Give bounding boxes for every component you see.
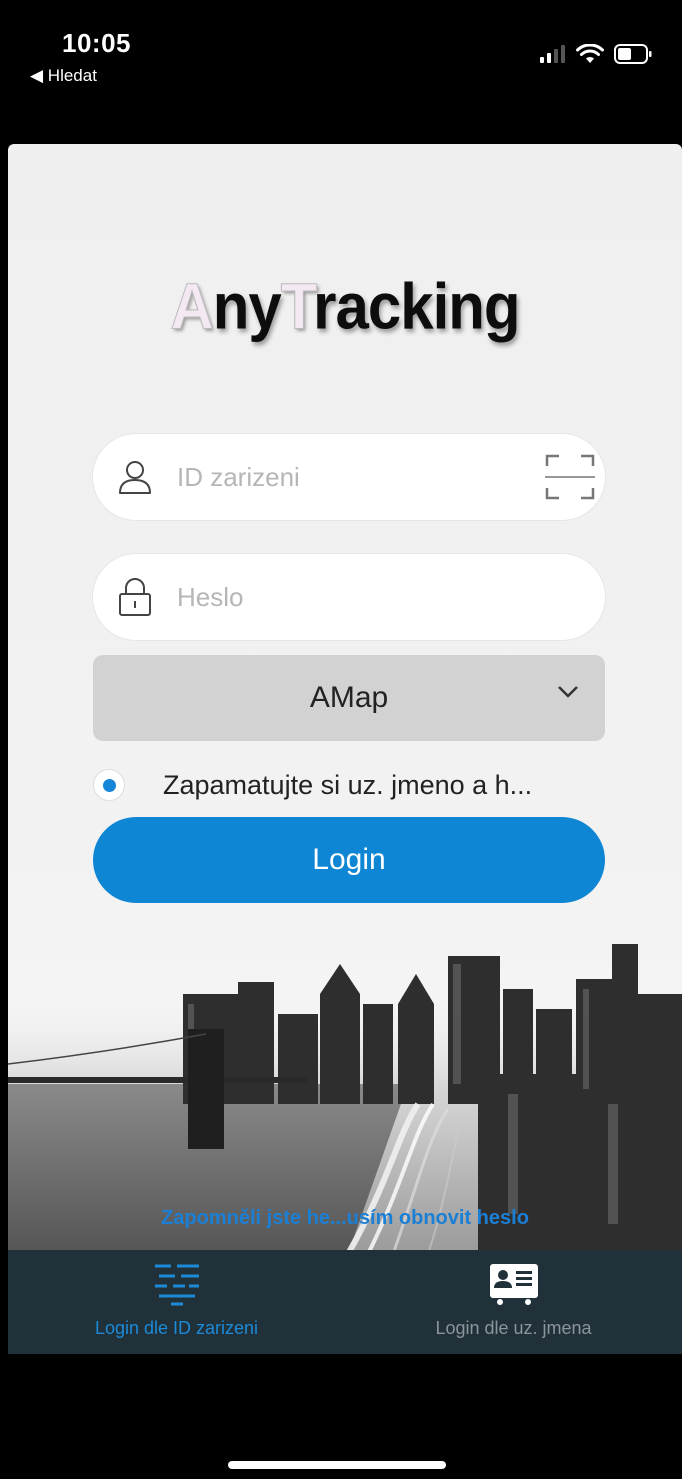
tab-login-by-device-id[interactable]: Login dle ID zarizeni (8, 1250, 345, 1354)
user-card-icon (489, 1264, 538, 1305)
status-time: 10:05 (62, 28, 131, 58)
login-screen: AnyTracking ID zarizeni Heslo AMap Zapam… (8, 144, 682, 1354)
logo-t: T (280, 270, 314, 343)
device-id-field[interactable]: ID zarizeni (93, 434, 605, 520)
remember-credentials[interactable]: Zapamatujte si uz. jmeno a h... (93, 765, 613, 805)
login-mode-tab-bar: Login dle ID zarizeni Login dle uz. jmen… (8, 1250, 682, 1354)
lock-icon (93, 577, 177, 617)
logo-a: A (170, 270, 214, 343)
map-provider-select[interactable]: AMap (93, 655, 605, 741)
tab-label-device-id: Login dle ID zarizeni (94, 1318, 259, 1338)
logo-ny: ny (212, 270, 282, 343)
status-icons (540, 44, 652, 64)
status-bar: 10:05 ◀ Hledat (0, 0, 682, 144)
scan-icon[interactable] (535, 454, 605, 500)
password-field[interactable]: Heslo (93, 554, 605, 640)
forgot-password-link[interactable]: Zapomněli jste he...usím obnovit heslo (8, 1207, 682, 1230)
remember-label: Zapamatujte si uz. jmeno a h... (163, 769, 533, 800)
radio-selected-dot (102, 778, 116, 792)
app-logo: AnyTracking (8, 269, 682, 344)
remember-radio[interactable] (93, 769, 125, 801)
battery-icon (614, 44, 652, 64)
login-button[interactable]: Login (93, 817, 605, 903)
logo-racking: racking (313, 270, 520, 343)
tab-label-username: Login dle uz. jmena (435, 1318, 592, 1338)
device-id-icon (154, 1264, 199, 1306)
password-input[interactable]: Heslo (177, 582, 605, 613)
device-id-input[interactable]: ID zarizeni (177, 462, 535, 493)
city-skyline-image (8, 944, 682, 1254)
wifi-icon (576, 44, 604, 63)
home-indicator[interactable] (228, 1461, 446, 1469)
back-to-search-link[interactable]: ◀ Hledat (30, 66, 97, 86)
map-provider-value: AMap (309, 681, 389, 714)
user-icon (93, 458, 177, 496)
signal-icon (540, 45, 565, 63)
tab-login-by-username[interactable]: Login dle uz. jmena (345, 1250, 682, 1354)
chevron-down-icon (558, 686, 578, 698)
